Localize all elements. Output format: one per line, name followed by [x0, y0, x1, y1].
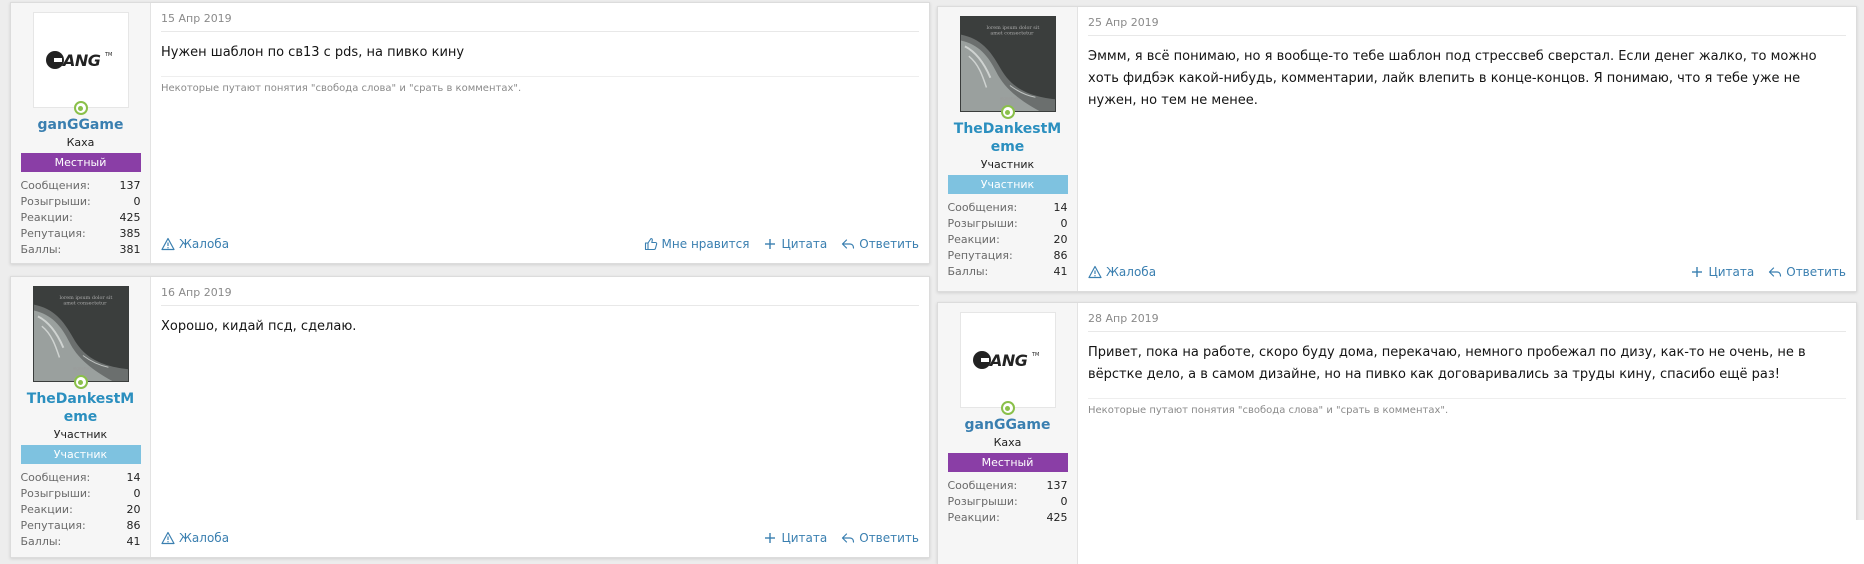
- warning-icon: [161, 237, 175, 251]
- report-button[interactable]: Жалоба: [161, 531, 229, 545]
- user-title: Каха: [66, 136, 95, 149]
- online-status-icon: [73, 375, 88, 389]
- stat-row: Сообщения: 137: [20, 179, 141, 192]
- gang-logo-icon: [41, 45, 121, 75]
- user-column: ganGGame Каха Местный Сообщения: 137 Розы…: [11, 3, 151, 263]
- user-stats: Сообщения: 137 Розыгрыши: 0 Реакции: 425: [948, 478, 1068, 526]
- like-button[interactable]: Мне нравится: [644, 237, 749, 251]
- quote-button[interactable]: Цитата: [763, 531, 827, 545]
- stat-row: Реакции: 425: [20, 211, 141, 224]
- gang-logo-icon: [968, 345, 1048, 375]
- thumbs-up-icon: [644, 237, 658, 251]
- stat-row: Реакции: 20: [20, 503, 141, 516]
- reply-button[interactable]: Ответить: [841, 531, 919, 545]
- post-date[interactable]: 25 Апр 2019: [1088, 7, 1846, 36]
- warning-icon: [161, 531, 175, 545]
- quote-button[interactable]: Цитата: [763, 237, 827, 251]
- stat-row: Баллы: 41: [947, 265, 1068, 278]
- reply-button[interactable]: Ответить: [841, 237, 919, 251]
- post-body: Эммм, я всё понимаю, но я вообще-то тебе…: [1088, 49, 1817, 108]
- stat-row: Баллы: 381: [20, 243, 141, 256]
- reply-button[interactable]: Ответить: [1768, 265, 1846, 279]
- plus-icon: [1690, 265, 1704, 279]
- user-column: TheDankestMeme Участник Участник Сообщен…: [11, 277, 151, 557]
- stat-row: Реакции: 425: [947, 511, 1068, 524]
- post-body: Нужен шаблон по св13 с pds, на пивко кин…: [161, 45, 465, 60]
- report-button[interactable]: Жалоба: [161, 237, 229, 251]
- post-body: Хорошо, кидай псд, сделаю.: [161, 319, 357, 334]
- stat-row: Сообщения: 14: [947, 201, 1068, 214]
- avatar[interactable]: [32, 12, 129, 108]
- username[interactable]: ganGGame: [26, 116, 136, 134]
- stat-row: Сообщения: 137: [947, 479, 1068, 492]
- username[interactable]: TheDankestMeme: [26, 390, 136, 426]
- avatar[interactable]: [32, 286, 129, 382]
- avatar[interactable]: [959, 312, 1056, 408]
- online-status-icon: [1000, 105, 1015, 119]
- post-date[interactable]: 28 Апр 2019: [1088, 303, 1846, 332]
- plus-icon: [763, 237, 777, 251]
- stat-row: Розыгрыши: 0: [20, 195, 141, 208]
- stat-row: Реакции: 20: [947, 233, 1068, 246]
- user-banner: Участник: [947, 175, 1068, 194]
- stat-row: Репутация: 385: [20, 227, 141, 240]
- plus-icon: [763, 531, 777, 545]
- avatar[interactable]: [959, 16, 1056, 112]
- post-content: 15 Апр 2019 Нужен шаблон по св13 с pds, …: [151, 3, 929, 263]
- user-stats: Сообщения: 14 Розыгрыши: 0 Реакции: 20 Репу…: [21, 470, 141, 550]
- post-date[interactable]: 15 Апр 2019: [161, 3, 919, 32]
- post-3: TheDankestMeme Участник Участник Сообщен…: [937, 6, 1857, 292]
- stat-row: Репутация: 86: [20, 519, 141, 532]
- post-date[interactable]: 16 Апр 2019: [161, 277, 919, 306]
- post-body: Привет, пока на работе, скоро буду дома,…: [1088, 345, 1806, 382]
- wave-avatar-icon: [961, 16, 1055, 112]
- online-status-icon: [73, 101, 88, 115]
- post-1: ganGGame Каха Местный Сообщения: 137 Розы…: [10, 2, 930, 264]
- post-content: 25 Апр 2019 Эммм, я всё понимаю, но я во…: [1078, 7, 1856, 291]
- user-stats: Сообщения: 14 Розыгрыши: 0 Реакции: 20 Репу…: [948, 200, 1068, 280]
- post-actions: Жалоба Цитата Ответить: [1088, 265, 1846, 279]
- quote-button[interactable]: Цитата: [1690, 265, 1754, 279]
- reply-icon: [1768, 265, 1782, 279]
- user-title: Каха: [993, 436, 1022, 449]
- stat-row: Розыгрыши: 0: [20, 487, 141, 500]
- post-actions: Жалоба Мне нравится Цитата Ответить: [161, 237, 919, 251]
- stat-row: Репутация: 86: [947, 249, 1068, 262]
- user-title: Участник: [53, 428, 108, 441]
- post-2: TheDankestMeme Участник Участник Сообщен…: [10, 276, 930, 558]
- signature: Некоторые путают понятия "свобода слова"…: [161, 76, 919, 94]
- signature: Некоторые путают понятия "свобода слова"…: [1088, 398, 1846, 416]
- stat-row: Розыгрыши: 0: [947, 217, 1068, 230]
- stat-row: Баллы: 41: [20, 535, 141, 548]
- user-title: Участник: [980, 158, 1035, 171]
- user-column: ganGGame Каха Местный Сообщения: 137 Розы…: [938, 303, 1078, 564]
- stat-row: Розыгрыши: 0: [947, 495, 1068, 508]
- user-banner: Местный: [20, 153, 141, 172]
- username[interactable]: ganGGame: [953, 416, 1063, 434]
- post-content: 16 Апр 2019 Хорошо, кидай псд, сделаю. Ж…: [151, 277, 929, 557]
- report-button[interactable]: Жалоба: [1088, 265, 1156, 279]
- warning-icon: [1088, 265, 1102, 279]
- wave-avatar-icon: [34, 286, 128, 382]
- username[interactable]: TheDankestMeme: [953, 120, 1063, 156]
- user-column: TheDankestMeme Участник Участник Сообщен…: [938, 7, 1078, 291]
- blank-area: [1330, 520, 1864, 564]
- stat-row: Сообщения: 14: [20, 471, 141, 484]
- user-stats: Сообщения: 137 Розыгрыши: 0 Реакции: 425 Ре…: [21, 178, 141, 258]
- post-actions: Жалоба Цитата Ответить: [161, 531, 919, 545]
- reply-icon: [841, 531, 855, 545]
- online-status-icon: [1000, 401, 1015, 415]
- user-banner: Участник: [20, 445, 141, 464]
- reply-icon: [841, 237, 855, 251]
- user-banner: Местный: [947, 453, 1068, 472]
